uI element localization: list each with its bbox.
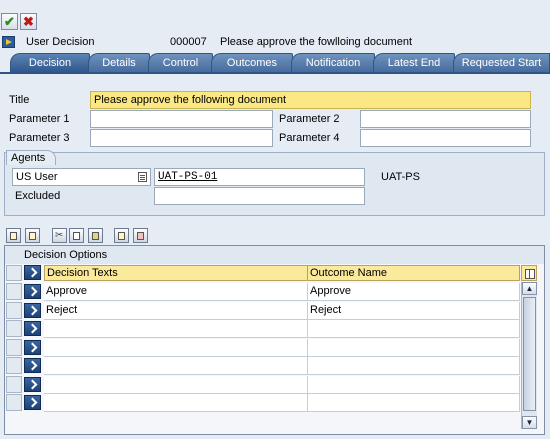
cut-icon[interactable]: ✂ [52,228,67,243]
agents-group-title: Agents [6,150,57,165]
tab-control[interactable]: Control [148,53,213,73]
insert-row-icon[interactable] [25,228,40,243]
tab-details[interactable]: Details [88,53,150,73]
value-help-icon[interactable] [138,172,147,182]
tab-decision[interactable]: Decision [10,53,90,73]
tab-notification[interactable]: Notification [291,53,375,73]
scroll-thumb[interactable] [523,297,536,411]
checkmark-icon[interactable]: ✔ [1,13,18,30]
decision-text-cell[interactable] [44,339,308,357]
column-outcome-name[interactable]: Outcome Name [307,265,520,281]
parameter-3-label: Parameter 3 [9,132,70,144]
row-detail-icon[interactable] [24,321,41,336]
step-number: 000007 [170,36,207,48]
agent-type-value: US User [16,171,58,183]
tab-requested-start[interactable]: Requested Start [453,53,550,73]
append-row-icon[interactable] [114,228,129,243]
column-header-icon [24,265,41,280]
outcome-name-cell[interactable]: Reject [308,302,520,320]
scroll-down-icon[interactable]: ▼ [522,416,537,429]
parameter-2-label: Parameter 2 [279,113,340,125]
row-detail-icon[interactable] [24,284,41,299]
decision-text-cell[interactable]: Approve [44,283,308,301]
paste-icon[interactable] [88,228,103,243]
parameter-4-label: Parameter 4 [279,132,340,144]
decision-text-cell[interactable]: Reject [44,302,308,320]
cancel-x-icon[interactable]: ✖ [20,13,37,30]
step-type-icon [2,36,15,48]
parameter-3-field[interactable] [90,129,273,147]
row-detail-icon[interactable] [24,358,41,373]
table-settings-icon[interactable] [521,265,537,281]
toolbar: ✔ ✖ [0,0,550,32]
row-selector[interactable] [6,339,22,356]
row-selector[interactable] [6,302,22,319]
tab-underline [0,72,550,74]
delete-row-icon[interactable] [133,228,148,243]
outcome-name-cell[interactable] [308,376,520,394]
row-selector[interactable] [6,394,22,411]
title-label: Title [9,94,30,106]
tab-latest-end[interactable]: Latest End [373,53,455,73]
select-all-cell[interactable] [6,265,22,281]
scroll-up-icon[interactable]: ▲ [522,282,537,295]
parameter-4-field[interactable] [360,129,531,147]
outcome-name-cell[interactable] [308,394,520,412]
decision-text-cell[interactable] [44,376,308,394]
agent-type-select[interactable]: US User [12,168,151,186]
tab-strip: Decision Details Control Outcomes Notifi… [0,53,550,73]
tab-outcomes[interactable]: Outcomes [211,53,293,73]
row-detail-icon[interactable] [24,303,41,318]
outcome-name-cell[interactable] [308,339,520,357]
parameter-1-field[interactable] [90,110,273,128]
row-detail-icon[interactable] [24,340,41,355]
row-selector[interactable] [6,283,22,300]
outcome-name-cell[interactable] [308,320,520,338]
copy-icon[interactable] [69,228,84,243]
decision-text-cell[interactable] [44,394,308,412]
decision-text-cell[interactable] [44,357,308,375]
step-subject: Please approve the fowlloing document [220,36,413,48]
row-selector[interactable] [6,320,22,337]
step-type-label: User Decision [26,36,95,48]
table-title: Decision Options [5,246,544,264]
parameter-1-label: Parameter 1 [9,113,70,125]
outcome-name-cell[interactable]: Approve [308,283,520,301]
details-icon[interactable] [6,228,21,243]
parameter-2-field[interactable] [360,110,531,128]
excluded-label: Excluded [15,190,61,202]
agent-id-field[interactable]: UAT-PS-01 [154,168,365,186]
excluded-field[interactable] [154,187,365,205]
title-field[interactable]: Please approve the following document [90,91,531,109]
agent-description: UAT-PS [381,171,420,183]
row-detail-icon[interactable] [24,377,41,392]
decision-text-cell[interactable] [44,320,308,338]
outcome-name-cell[interactable] [308,357,520,375]
row-detail-icon[interactable] [24,395,41,410]
column-decision-texts[interactable]: Decision Texts [44,265,308,281]
vertical-scrollbar[interactable]: ▲ ▼ [521,282,537,429]
row-selector[interactable] [6,357,22,374]
row-selector[interactable] [6,376,22,393]
